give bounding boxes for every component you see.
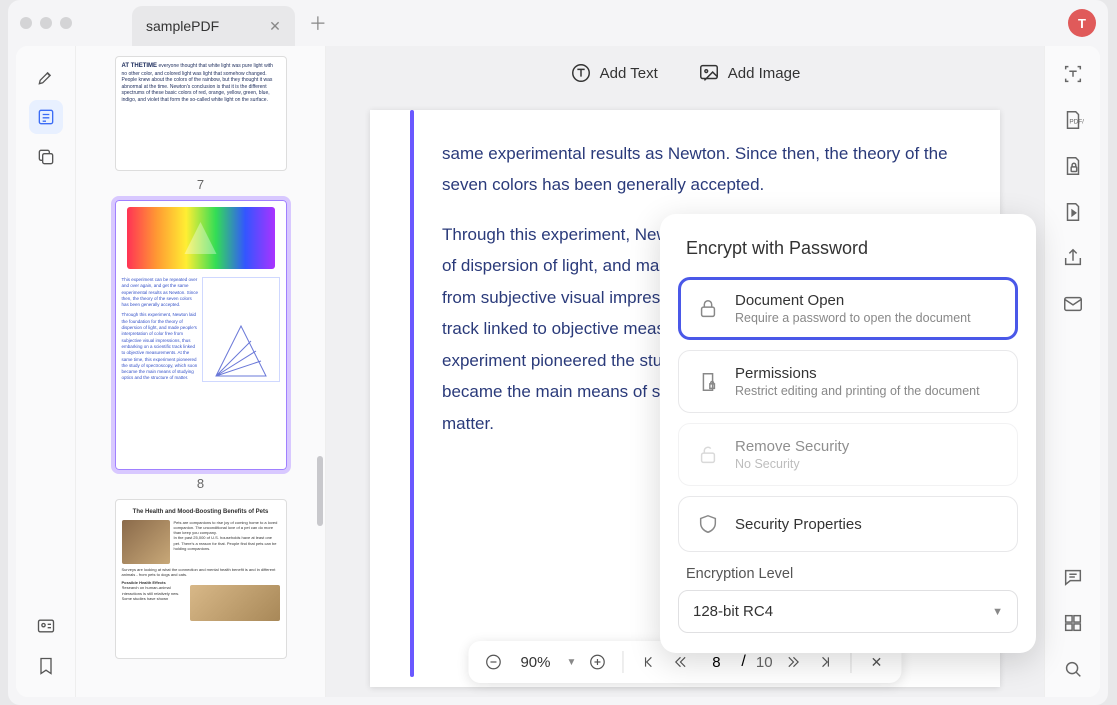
option-document-open[interactable]: Document Open Require a password to open…: [678, 277, 1018, 340]
prism-image: [127, 207, 275, 269]
copy-tool[interactable]: [29, 140, 63, 174]
prev-page-button[interactable]: [669, 651, 691, 673]
selection-indicator: [410, 110, 414, 677]
grid-view-icon[interactable]: [1059, 609, 1087, 637]
close-window[interactable]: [20, 17, 32, 29]
first-page-button[interactable]: [637, 651, 659, 673]
titlebar: samplePDF ✕ ＋ T: [8, 0, 1108, 46]
thumbnail-panel: AT THETIME everyone thought that white l…: [76, 46, 326, 697]
right-tool-rail: PDF/A: [1044, 46, 1100, 697]
email-icon[interactable]: [1059, 290, 1087, 318]
option-security-properties[interactable]: Security Properties: [678, 496, 1018, 552]
contact-card-tool[interactable]: [29, 609, 63, 643]
next-page-button[interactable]: [783, 651, 805, 673]
slideshow-icon[interactable]: [1059, 198, 1087, 226]
insert-toolbar: Add Text Add Image: [326, 46, 1044, 100]
zoom-in-button[interactable]: [586, 651, 608, 673]
option-permissions[interactable]: Permissions Restrict editing and printin…: [678, 350, 1018, 413]
pdf-a-icon[interactable]: PDF/A: [1059, 106, 1087, 134]
svg-text:PDF/A: PDF/A: [1069, 119, 1084, 126]
thumbnail-scrollbar[interactable]: [317, 456, 323, 526]
page-total: 10: [756, 654, 773, 671]
close-tab-icon[interactable]: ✕: [269, 18, 281, 35]
left-tool-rail: [16, 46, 76, 697]
text-annotation-tool[interactable]: [29, 100, 63, 134]
option-remove-security: Remove Security No Security: [678, 423, 1018, 486]
ocr-icon[interactable]: [1059, 60, 1087, 88]
thumbnail-page-8[interactable]: This experiment can be repeated over and…: [115, 200, 287, 470]
permissions-icon: [695, 369, 721, 395]
comments-icon[interactable]: [1059, 563, 1087, 591]
window-controls: [20, 17, 72, 29]
encrypt-panel: Encrypt with Password Document Open Requ…: [660, 214, 1036, 653]
new-tab-button[interactable]: ＋: [309, 10, 327, 36]
maximize-window[interactable]: [60, 17, 72, 29]
thumbnail-number: 8: [197, 476, 204, 491]
document-tab[interactable]: samplePDF ✕: [132, 6, 295, 46]
add-image-button[interactable]: Add Image: [698, 62, 801, 84]
encrypt-icon[interactable]: [1059, 152, 1087, 180]
add-text-button[interactable]: Add Text: [570, 62, 658, 84]
diagram-thumbnail: [202, 277, 279, 382]
share-icon[interactable]: [1059, 244, 1087, 272]
close-bar-button[interactable]: ✕: [866, 651, 888, 673]
panel-title: Encrypt with Password: [686, 238, 1010, 259]
paragraph: same experimental results as Newton. Sin…: [442, 138, 952, 201]
chevron-down-icon: ▼: [992, 606, 1003, 618]
highlighter-tool[interactable]: [29, 60, 63, 94]
thumbnail-number: 7: [197, 177, 204, 192]
unlock-icon: [695, 442, 721, 468]
shield-icon: [695, 511, 721, 537]
thumbnail-page-7[interactable]: AT THETIME everyone thought that white l…: [115, 56, 287, 171]
user-avatar[interactable]: T: [1068, 9, 1096, 37]
tab-title: samplePDF: [146, 18, 219, 34]
page-number-input[interactable]: [701, 654, 731, 671]
encryption-level-select[interactable]: 128-bit RC4 ▼: [678, 590, 1018, 633]
zoom-value: 90%: [514, 654, 556, 671]
zoom-dropdown-icon[interactable]: ▼: [566, 657, 576, 668]
search-icon[interactable]: [1059, 655, 1087, 683]
minimize-window[interactable]: [40, 17, 52, 29]
lock-icon: [695, 296, 721, 322]
bookmark-tool[interactable]: [29, 649, 63, 683]
last-page-button[interactable]: [815, 651, 837, 673]
thumbnail-page-9[interactable]: The Health and Mood-Boosting Benefits of…: [115, 499, 287, 659]
encryption-level-label: Encryption Level: [686, 566, 1010, 582]
page-separator: /: [741, 653, 745, 671]
zoom-out-button[interactable]: [482, 651, 504, 673]
cat-image: [122, 520, 170, 564]
dog-image: [190, 585, 280, 621]
